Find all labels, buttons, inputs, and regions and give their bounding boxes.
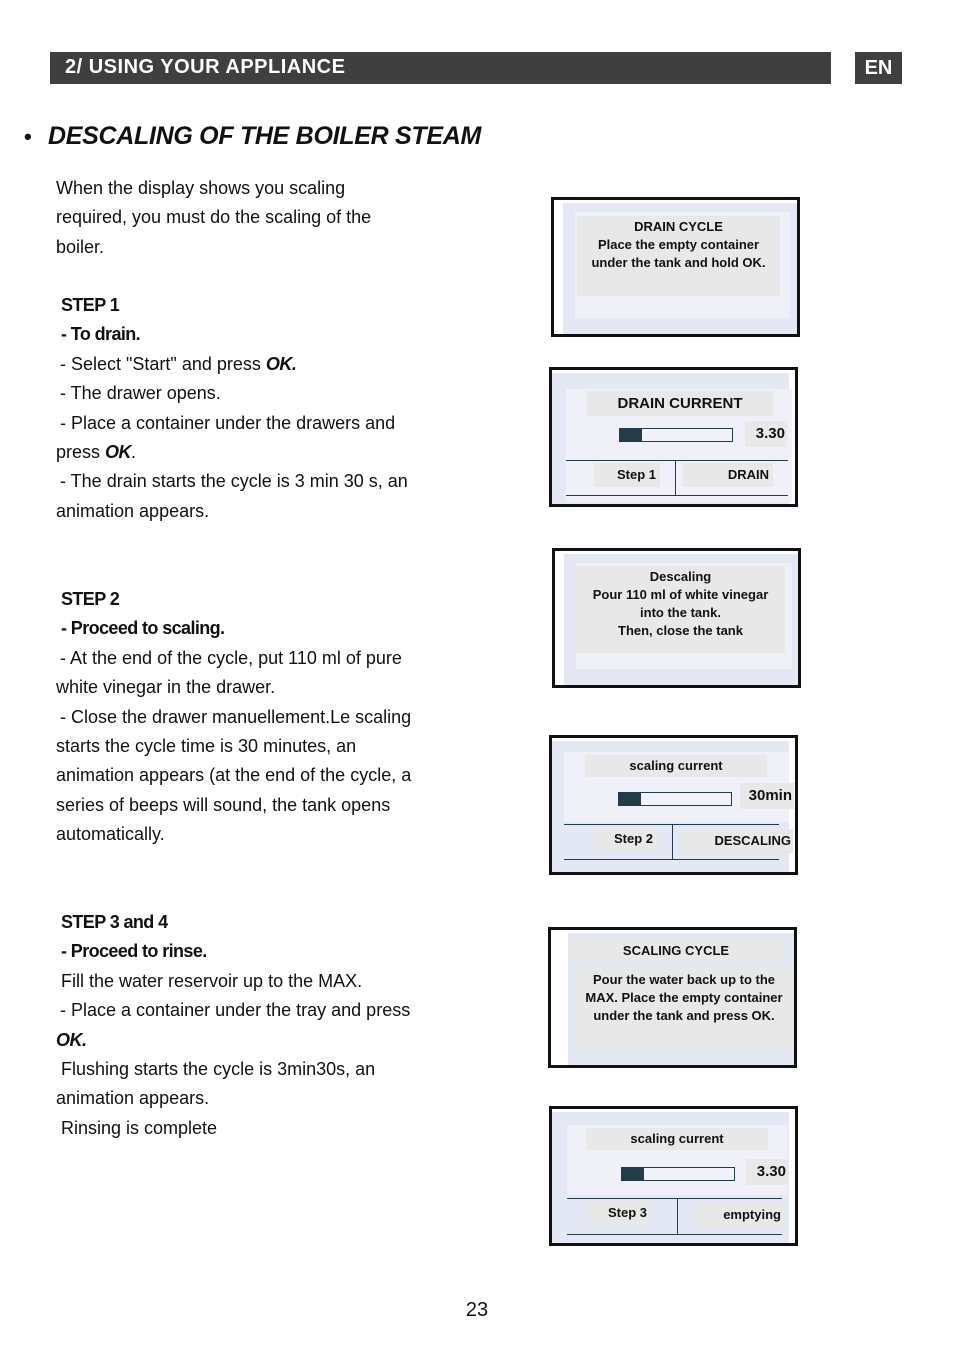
ok-key-label: OK. bbox=[56, 1029, 87, 1050]
step2-line: - Close the drawer manuellement.Le scali… bbox=[60, 706, 412, 727]
divider bbox=[566, 460, 788, 461]
step2-line: white vinegar in the drawer. bbox=[56, 677, 276, 698]
time-remaining-value: 3.30 bbox=[746, 1159, 788, 1185]
screen-title: scaling current bbox=[586, 1128, 768, 1150]
screen-title: SCALING CYCLE bbox=[568, 940, 784, 962]
step1-heading: STEP 1 bbox=[61, 295, 120, 315]
intro-line: required, you must do the scaling of the bbox=[56, 207, 372, 228]
step34-line: Flushing starts the cycle is 3min30s, an bbox=[61, 1059, 376, 1080]
step1-text: . bbox=[131, 442, 137, 463]
step1-line: - The drain starts the cycle is 3 min 30… bbox=[60, 471, 408, 492]
step34-heading: STEP 3 and 4 bbox=[61, 912, 168, 932]
page-title: • DESCALING OF THE BOILER STEAM bbox=[24, 122, 481, 151]
step1-line: animation appears. bbox=[56, 500, 210, 521]
divider bbox=[677, 1198, 678, 1235]
screen-title: scaling current bbox=[585, 755, 767, 777]
step34-line: animation appears. bbox=[56, 1088, 210, 1109]
progress-bar bbox=[621, 1167, 735, 1181]
divider bbox=[566, 495, 788, 496]
step1-line: - Place a container under the drawers an… bbox=[60, 412, 396, 433]
intro-line: When the display shows you scaling bbox=[56, 178, 346, 198]
step34-line: - Place a container under the tray and p… bbox=[60, 1000, 411, 1021]
time-remaining-value: 30min bbox=[740, 783, 794, 809]
display-screen-scaling-current-step3: scaling current 3.30 Step 3 emptying bbox=[549, 1106, 798, 1246]
mode-label: DRAIN bbox=[683, 463, 773, 487]
intro-text: When the display shows you scaling requi… bbox=[56, 174, 456, 262]
intro-line: boiler. bbox=[56, 236, 105, 257]
screen-message-line: DRAIN CYCLE bbox=[634, 219, 723, 234]
step34-line: Fill the water reservoir up to the MAX. bbox=[61, 970, 363, 991]
step2-heading: STEP 2 bbox=[61, 589, 120, 609]
step1-line: press OK. bbox=[56, 438, 456, 467]
divider bbox=[675, 460, 676, 496]
page-title-text: DESCALING OF THE BOILER STEAM bbox=[48, 122, 481, 150]
display-screen-descaling: Descaling Pour 110 ml of white vinegar i… bbox=[552, 548, 801, 688]
ok-key-label: OK. bbox=[265, 353, 297, 374]
step1-instructions: STEP 1 - To drain. - Select "Start" and … bbox=[56, 291, 456, 526]
progress-bar bbox=[619, 428, 733, 442]
section-header-title: 2/ USING YOUR APPLIANCE bbox=[65, 56, 346, 78]
screen-message: Descaling Pour 110 ml of white vinegar i… bbox=[576, 566, 785, 653]
screen-title: DRAIN CURRENT bbox=[587, 391, 773, 416]
section-header-bar: 2/ USING YOUR APPLIANCE bbox=[50, 52, 831, 84]
step1-text: press bbox=[56, 442, 106, 463]
step1-line: - The drawer opens. bbox=[60, 383, 221, 404]
step2-line: animation appears (at the end of the cyc… bbox=[56, 765, 412, 786]
ok-key-label: OK bbox=[105, 442, 132, 463]
mode-label: DESCALING bbox=[681, 829, 793, 853]
screen-message-line: MAX. Place the empty container bbox=[585, 990, 783, 1005]
progress-bar-fill bbox=[620, 429, 643, 441]
screen-message-line: Pour 110 ml of white vinegar bbox=[592, 587, 769, 602]
language-badge: EN bbox=[855, 52, 902, 84]
screen-message-line: under the tank and press OK. bbox=[593, 1008, 775, 1023]
step-label: Step 2 bbox=[593, 827, 657, 851]
screen-message-line: Descaling bbox=[649, 569, 712, 584]
step1-subheading: - To drain. bbox=[61, 324, 141, 345]
screen-message-line: Place the empty container bbox=[597, 237, 760, 252]
screen-message: DRAIN CYCLE Place the empty container un… bbox=[577, 216, 780, 296]
progress-bar-fill bbox=[622, 1168, 645, 1180]
progress-bar-fill bbox=[619, 793, 642, 805]
divider bbox=[567, 1198, 782, 1199]
step2-line: starts the cycle time is 30 minutes, an bbox=[56, 736, 357, 757]
divider bbox=[672, 824, 673, 860]
step34-subheading: - Proceed to rinse. bbox=[61, 941, 207, 962]
time-remaining-value: 3.30 bbox=[745, 421, 787, 447]
display-screen-scaling-current-step2: scaling current 30min Step 2 DESCALING bbox=[549, 735, 798, 875]
step1-line: - Select "Start" and press OK. bbox=[56, 350, 456, 379]
screen-message-line: under the tank and hold OK. bbox=[591, 255, 766, 270]
divider bbox=[567, 1234, 782, 1235]
step2-line: - At the end of the cycle, put 110 ml of… bbox=[60, 647, 402, 668]
screen-message-line: Pour the water back up to the bbox=[592, 972, 776, 987]
step2-line: series of beeps will sound, the tank ope… bbox=[56, 794, 391, 815]
step-label: Step 1 bbox=[594, 463, 660, 487]
display-screen-drain-current: DRAIN CURRENT 3.30 Step 1 DRAIN bbox=[549, 367, 798, 507]
step34-instructions: STEP 3 and 4 - Proceed to rinse. Fill th… bbox=[56, 908, 456, 1143]
display-screen-scaling-cycle: SCALING CYCLE Pour the water back up to … bbox=[548, 927, 797, 1068]
page-number: 23 bbox=[465, 1299, 489, 1321]
step34-line: Rinsing is complete bbox=[61, 1117, 218, 1138]
step1-text: - Select "Start" and press bbox=[60, 353, 266, 374]
step2-instructions: STEP 2 - Proceed to scaling. - At the en… bbox=[56, 585, 456, 850]
screen-message: Pour the water back up to the MAX. Place… bbox=[576, 968, 792, 1050]
screen-message-line: Then, close the tank bbox=[618, 623, 743, 638]
screen-message-line: into the tank. bbox=[640, 605, 721, 620]
step2-subheading: - Proceed to scaling. bbox=[61, 618, 225, 639]
bullet-icon: • bbox=[24, 124, 32, 149]
mode-label: emptying bbox=[693, 1203, 783, 1227]
step2-line: automatically. bbox=[56, 824, 165, 845]
step-label: Step 3 bbox=[589, 1201, 651, 1225]
display-screen-drain-cycle: DRAIN CYCLE Place the empty container un… bbox=[551, 197, 800, 337]
progress-bar bbox=[618, 792, 732, 806]
